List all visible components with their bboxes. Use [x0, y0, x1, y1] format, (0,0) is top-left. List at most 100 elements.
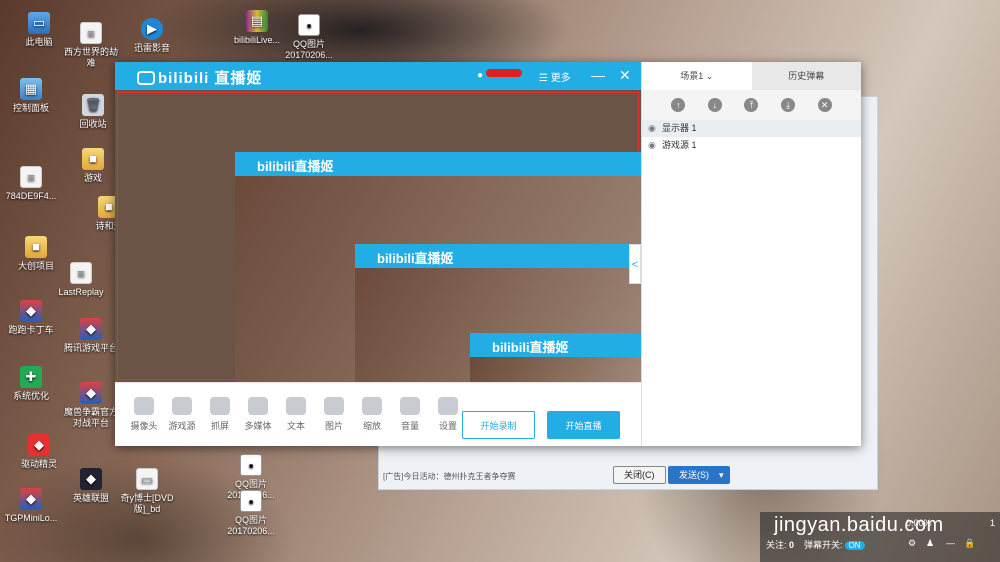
eye-icon[interactable]: ◉ — [648, 137, 658, 154]
source-label: 游戏源 1 — [662, 140, 697, 150]
text-icon — [286, 397, 306, 415]
move-bottom-icon[interactable]: ⤓ — [781, 98, 796, 112]
desktop-icon-glyph: ■ — [82, 148, 104, 170]
start-live-button[interactable]: 开始直播 — [547, 411, 620, 439]
desktop-icon-glyph: ◆ — [28, 434, 50, 456]
online-count: 1 — [990, 518, 996, 528]
desktop-icon-glyph: ■ — [25, 236, 47, 258]
desktop-icon[interactable]: ◆ 英雄联盟 — [60, 468, 122, 504]
desktop-icon[interactable]: ▶ 迅雷影音 — [121, 18, 183, 54]
source-item[interactable]: ◉ 显示器 1 — [642, 120, 861, 137]
tab-scene[interactable]: 场景1 ⌄ — [642, 62, 752, 90]
desktop-icon-label: 迅雷影音 — [133, 43, 170, 53]
tool-gear[interactable]: 设置 — [433, 397, 463, 432]
desktop-icon-glyph: ▪ — [240, 490, 262, 512]
desktop-icon-glyph: ▪ — [298, 14, 320, 36]
desktop-icon-label: 奇y博士[DVD版]_bd — [120, 493, 174, 514]
minimize-button[interactable]: — — [591, 66, 605, 84]
tool-video-camera[interactable]: 多媒体 — [243, 397, 273, 432]
user-icon: ● — [477, 70, 484, 81]
tool-volume[interactable]: 音量 — [395, 397, 425, 432]
desktop-icon[interactable]: ≡ 西方世界的劫难 — [60, 22, 122, 69]
live-preview: bilibili直播姬 bilibili直播姬 bilibili直播姬 < — [115, 90, 641, 382]
image-icon — [324, 397, 344, 415]
desktop-icon-glyph: ◆ — [80, 382, 102, 404]
follow-count: 关注: 0 — [766, 540, 795, 550]
source-toolbar: 摄像头 游戏源 抓屏 多媒体 文本 图片 缩放 音量 设置 开始录制 开始直播 — [115, 382, 641, 446]
desktop-icon[interactable]: ◆ 腾讯游戏平台 — [60, 318, 122, 354]
desktop-icon-glyph: ≡ — [70, 262, 92, 284]
tool-text[interactable]: 文本 — [281, 397, 311, 432]
user-account[interactable]: ● — [477, 69, 523, 81]
desktop-icon-label: 此电脑 — [25, 37, 53, 47]
stats-overlay: jingyan.baidu.com 关注: 0 弹幕开关: ON 0.00% 1 … — [760, 512, 1000, 562]
desktop-icon[interactable]: ◆ TGPMiniLo... — [0, 488, 62, 524]
collapse-panel-button[interactable]: < — [629, 244, 641, 284]
desktop-icon-glyph: ◆ — [80, 318, 102, 340]
bilibili-live-window: bilibili 直播姬 ● ☰ 更多 — ✕ bilibili直播姬 bili… — [115, 62, 861, 446]
desktop-icon-label: QQ图片20170206... — [227, 515, 275, 536]
gear-icon — [438, 397, 458, 415]
desktop-icon[interactable]: ▦ 控制面板 — [0, 78, 62, 114]
tool-label: 游戏源 — [168, 421, 196, 431]
nested-window-3: bilibili直播姬 — [470, 333, 641, 382]
eye-icon[interactable]: ◉ — [648, 120, 658, 137]
move-down-icon[interactable]: ↓ — [707, 98, 722, 112]
desktop-icon[interactable]: ◆ 跑跑卡丁车 — [0, 300, 62, 336]
desktop-icon[interactable]: ◆ 驱动精灵 — [8, 434, 70, 470]
lock-icon[interactable]: 🔒 — [964, 538, 975, 549]
desktop-icon-label: 英雄联盟 — [72, 493, 109, 503]
move-up-icon[interactable]: ↑ — [671, 98, 686, 112]
desktop-icon-label: 控制面板 — [12, 103, 49, 113]
delete-icon[interactable]: ✕ — [817, 98, 832, 112]
tool-scale[interactable]: 缩放 — [357, 397, 387, 432]
desktop-icon[interactable]: ≡ LastReplay — [50, 262, 112, 298]
danmaku-toggle: ON — [844, 541, 865, 550]
desktop-icon-label: 大创项目 — [17, 261, 54, 271]
desktop-icon[interactable]: ▪ QQ图片20170206... — [278, 14, 340, 61]
tool-label: 抓屏 — [210, 421, 229, 431]
move-top-icon[interactable]: ⤒ — [744, 98, 759, 112]
tool-gamepad[interactable]: 游戏源 — [167, 397, 197, 432]
desktop-icon[interactable]: ≡ 784DE9F4... — [0, 166, 62, 202]
more-menu-button[interactable]: ☰ 更多 — [539, 69, 571, 84]
tool-label: 摄像头 — [130, 421, 158, 431]
desktop-icon-glyph: 🗑 — [82, 94, 104, 116]
redacted-username — [486, 69, 523, 77]
tool-label: 设置 — [438, 421, 457, 431]
desktop-icon-label: QQ图片20170206... — [285, 39, 333, 60]
desktop-icon-glyph: ▪ — [240, 454, 262, 476]
desktop-icon-glyph: ≡ — [20, 166, 42, 188]
chat-close-button[interactable]: 关闭(C) — [613, 466, 666, 484]
bilibili-logo: bilibili 直播姬 — [137, 67, 263, 88]
desktop-icon-label: 驱动精灵 — [20, 459, 57, 469]
desktop-icon-label: 游戏 — [83, 173, 102, 183]
tool-label: 缩放 — [362, 421, 381, 431]
tool-screen-capture[interactable]: 抓屏 — [205, 397, 235, 432]
source-item[interactable]: ◉ 游戏源 1 — [642, 137, 861, 154]
close-button[interactable]: ✕ — [619, 66, 631, 84]
nested-title-2: bilibili直播姬 — [355, 244, 641, 268]
gear-icon[interactable]: ⚙ — [908, 538, 916, 549]
start-record-button[interactable]: 开始录制 — [462, 411, 535, 439]
desktop-icon[interactable]: ✚ 系统优化 — [0, 366, 62, 402]
tab-history-danmaku[interactable]: 历史弹幕 — [752, 62, 862, 90]
danmaku-switch[interactable]: 弹幕开关: ON — [804, 538, 865, 551]
desktop-icon-label: 腾讯游戏平台 — [63, 343, 118, 353]
desktop-icon[interactable]: ▪ QQ图片20170206... — [220, 490, 282, 537]
users-icon[interactable]: ♟ — [926, 538, 934, 549]
camera-icon — [134, 397, 154, 415]
desktop-icon-glyph: ▤ — [246, 10, 268, 32]
tool-camera[interactable]: 摄像头 — [129, 397, 159, 432]
desktop-icon[interactable]: ▭ 奇y博士[DVD版]_bd — [116, 468, 178, 515]
source-actions: ↑ ↓ ⤒ ⤓ ✕ — [642, 90, 861, 120]
video-camera-icon — [248, 397, 268, 415]
desktop-icon-label: 系统优化 — [12, 391, 49, 401]
minimize-icon[interactable]: — — [946, 538, 955, 548]
desktop-icon-glyph: ≡ — [80, 22, 102, 44]
tool-image[interactable]: 图片 — [319, 397, 349, 432]
desktop-icon-label: LastReplay — [58, 287, 104, 297]
chat-send-dropdown-icon[interactable]: ▾ — [713, 466, 730, 484]
desktop-icon-label: 西方世界的劫难 — [63, 47, 118, 68]
desktop-icon[interactable]: ◆ 魔兽争霸官方对战平台 — [60, 382, 122, 429]
